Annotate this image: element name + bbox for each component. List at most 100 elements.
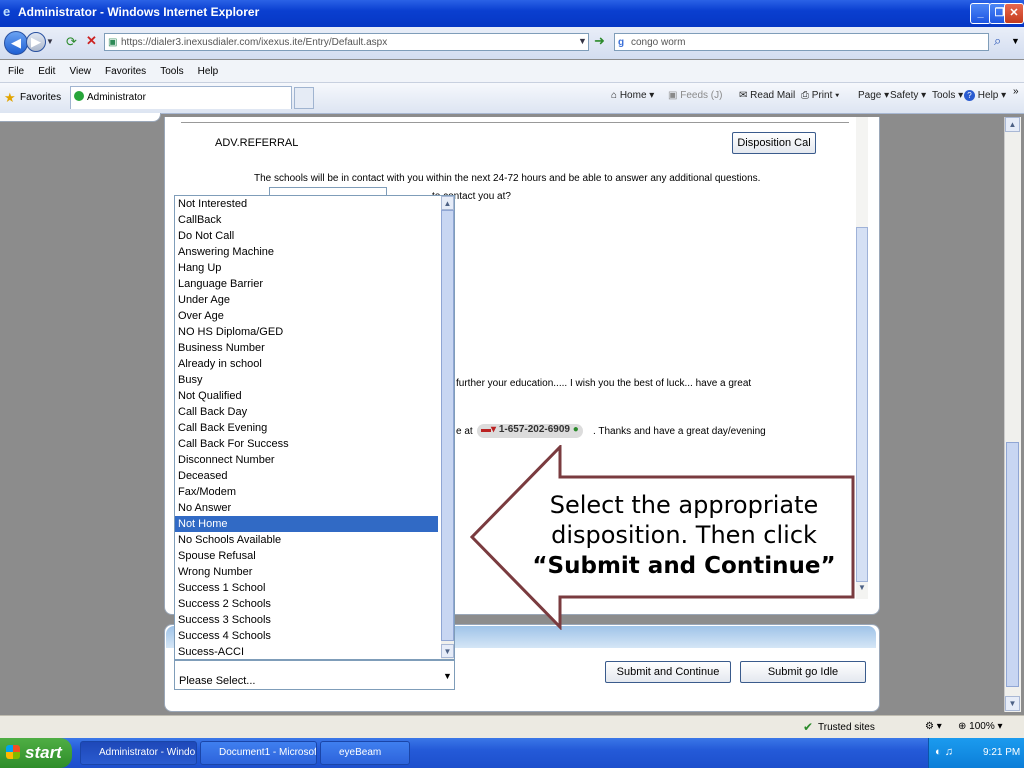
inner-scrollbar-thumb[interactable]: [856, 227, 868, 582]
disposition-option[interactable]: NO HS Diploma/GED: [175, 324, 438, 340]
submit-and-continue-button[interactable]: Submit and Continue: [605, 661, 731, 683]
disposition-option[interactable]: Success 4 Schools: [175, 628, 438, 644]
disposition-option[interactable]: Wrong Number: [175, 564, 438, 580]
disposition-option[interactable]: Do Not Call: [175, 228, 438, 244]
home-button[interactable]: ⌂ Home ▾: [611, 90, 654, 101]
scroll-down-icon[interactable]: ▼: [1005, 696, 1020, 711]
disposition-option[interactable]: Busy: [175, 372, 438, 388]
submit-go-idle-button[interactable]: Submit go Idle: [740, 661, 866, 683]
refresh-icon[interactable]: ⟳: [66, 34, 77, 50]
menu-edit[interactable]: Edit: [38, 66, 55, 77]
search-options-icon[interactable]: ▼: [1011, 36, 1020, 46]
toolbar-overflow-icon[interactable]: »: [1013, 86, 1019, 97]
address-dropdown-icon[interactable]: ▼: [578, 36, 587, 46]
feeds-button[interactable]: ▣ Feeds (J): [668, 90, 722, 101]
safety-menu-button[interactable]: Safety ▾: [890, 90, 926, 101]
favorites-button[interactable]: Favorites: [20, 92, 61, 103]
page-scrollbar-thumb[interactable]: [1006, 442, 1019, 687]
taskbar-item-eyebeam[interactable]: eyeBeam: [320, 741, 410, 765]
disposition-option[interactable]: No Schools Available: [175, 532, 438, 548]
inner-scroll-down-icon[interactable]: ▼: [856, 583, 868, 597]
search-input[interactable]: congo worm g: [614, 33, 989, 51]
disposition-option[interactable]: Over Age: [175, 308, 438, 324]
menu-view[interactable]: View: [69, 66, 91, 77]
menu-tools[interactable]: Tools: [160, 66, 183, 77]
disposition-option[interactable]: Language Barrier: [175, 276, 438, 292]
disposition-option[interactable]: Success 3 Schools: [175, 612, 438, 628]
callout-line-2: disposition. Then click: [551, 521, 817, 549]
script-line-4-prefix: e at: [456, 426, 473, 437]
script-line-1: The schools will be in contact with you …: [254, 173, 761, 184]
read-mail-label: Read Mail: [750, 90, 796, 101]
zoom-control[interactable]: ⊕ 100% ▾: [958, 721, 1003, 732]
divider: [181, 122, 849, 123]
disposition-option[interactable]: Deceased: [175, 468, 438, 484]
disposition-option[interactable]: Not Interested: [175, 196, 438, 212]
disposition-option[interactable]: No Answer: [175, 500, 438, 516]
clock: 9:21 PM: [983, 747, 1021, 758]
disposition-call-button[interactable]: Disposition Cal: [732, 132, 816, 154]
disposition-option[interactable]: Success 1 School: [175, 580, 438, 596]
start-button[interactable]: start: [0, 738, 72, 768]
print-button[interactable]: ⎙ Print ▾: [801, 90, 839, 101]
disposition-option[interactable]: Disconnect Number: [175, 452, 438, 468]
menu-favorites[interactable]: Favorites: [105, 66, 146, 77]
tab-administrator[interactable]: Administrator: [70, 86, 292, 109]
search-provider-icon: g: [618, 37, 625, 48]
disposition-list[interactable]: Not Interested CallBack Do Not Call Answeri…: [174, 195, 455, 660]
disposition-option[interactable]: Spouse Refusal: [175, 548, 438, 564]
print-label: Print: [811, 90, 833, 101]
disposition-option[interactable]: Call Back For Success: [175, 436, 438, 452]
chevron-down-icon[interactable]: ▼: [443, 671, 452, 681]
instruction-callout: Select the appropriate disposition. Then…: [470, 445, 855, 630]
tools-menu-button[interactable]: Tools ▾: [932, 90, 963, 101]
search-icon[interactable]: ⌕: [994, 33, 1001, 49]
disposition-list-scrollbar[interactable]: ▲ ▼: [441, 196, 454, 659]
scroll-up-icon[interactable]: ▲: [1005, 117, 1020, 132]
forward-button[interactable]: ▶: [26, 32, 46, 52]
phone-badge[interactable]: ▬▾ 1-657-202-6909 ●: [477, 424, 583, 438]
security-zone: Trusted sites: [818, 722, 875, 733]
search-query: congo worm: [631, 37, 686, 48]
disposition-option[interactable]: Call Back Day: [175, 404, 438, 420]
read-mail-button[interactable]: ✉ Read Mail: [739, 90, 795, 101]
address-input[interactable]: https://dialer3.inexusdialer.com/ixexus.…: [104, 33, 589, 51]
protected-mode-icon[interactable]: ⚙ ▾: [925, 721, 942, 732]
disposition-option[interactable]: CallBack: [175, 212, 438, 228]
disposition-option[interactable]: Answering Machine: [175, 244, 438, 260]
list-scroll-down-icon[interactable]: ▼: [441, 644, 454, 658]
tab-label: Administrator: [87, 92, 146, 103]
page-scrollbar[interactable]: ▲ ▼: [1004, 117, 1021, 712]
history-dropdown-icon[interactable]: ▼: [46, 37, 54, 46]
page-menu-button[interactable]: Page ▾: [858, 90, 889, 101]
inner-scrollbar[interactable]: ▼: [856, 117, 868, 599]
go-icon[interactable]: ➜: [594, 33, 605, 49]
help-menu-label: Help: [977, 90, 999, 101]
taskbar-item-ie[interactable]: Administrator - Windo: [80, 741, 197, 765]
disposition-select[interactable]: Please Select... ▼: [174, 660, 455, 690]
menu-help[interactable]: Help: [198, 66, 219, 77]
disposition-option[interactable]: Sucess-ACCI: [175, 644, 438, 660]
minimize-button[interactable]: _: [970, 3, 991, 24]
close-button[interactable]: ✕: [1004, 3, 1024, 24]
list-scroll-up-icon[interactable]: ▲: [441, 196, 454, 210]
disposition-option[interactable]: Success 2 Schools: [175, 596, 438, 612]
disposition-option[interactable]: Under Age: [175, 292, 438, 308]
tray-icons[interactable]: ◐ ♫: [935, 746, 953, 758]
disposition-option[interactable]: Call Back Evening: [175, 420, 438, 436]
new-tab-button[interactable]: [294, 87, 314, 109]
menu-file[interactable]: File: [8, 66, 24, 77]
disposition-option[interactable]: Not Home: [175, 516, 438, 532]
help-menu-button[interactable]: ? Help ▾: [964, 90, 1006, 101]
list-scrollbar-thumb[interactable]: [441, 210, 454, 641]
stop-icon[interactable]: ✕: [86, 33, 97, 49]
disposition-option[interactable]: Hang Up: [175, 260, 438, 276]
disposition-option[interactable]: Not Qualified: [175, 388, 438, 404]
disposition-option[interactable]: Business Number: [175, 340, 438, 356]
phone-number: 1-657-202-6909: [498, 424, 570, 435]
back-button[interactable]: ◀: [4, 31, 28, 55]
disposition-option[interactable]: Fax/Modem: [175, 484, 438, 500]
disposition-option[interactable]: Already in school: [175, 356, 438, 372]
taskbar-item-eyebeam-label: eyeBeam: [339, 747, 382, 758]
taskbar-item-word[interactable]: Document1 - Microsof...: [200, 741, 317, 765]
